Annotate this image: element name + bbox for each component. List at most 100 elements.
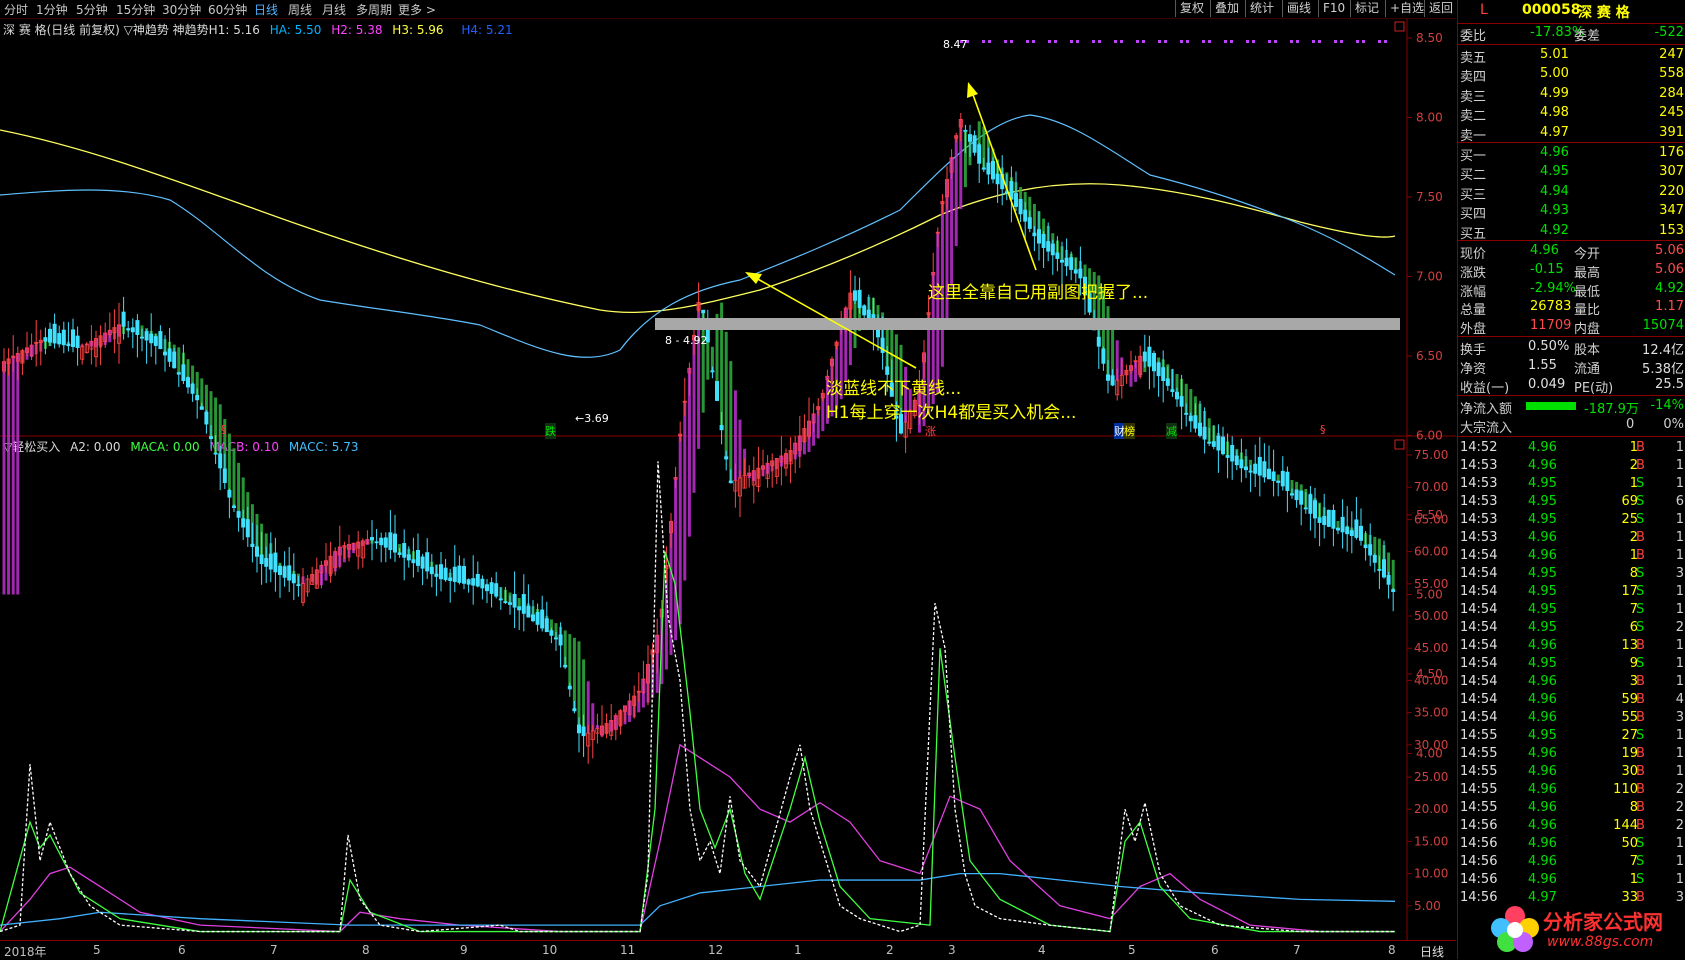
tick-row: 14:54 4.95 9 S 1 <box>1460 656 1684 671</box>
kline-chart-area[interactable]: 8.508.007.507.006.506.005.505.004.504.00… <box>0 0 1456 940</box>
watermark-name: 分析家公式网 <box>1543 910 1663 934</box>
bid-row: 买五 4.92 153 <box>1460 222 1684 242</box>
month-label: 4 <box>1038 943 1046 957</box>
sub-axis-label: 30.00 <box>1414 738 1448 752</box>
ask-row: 卖二 4.98 245 <box>1460 105 1684 125</box>
block-flow-row: 大宗流入 0 0% <box>1460 417 1684 436</box>
stat-row: 外盘 11709 内盘 15074 <box>1460 318 1684 338</box>
sub-axis-label: 20.00 <box>1414 802 1448 816</box>
ask-row: 卖三 4.99 284 <box>1460 85 1684 105</box>
month-label: 5 <box>93 943 101 957</box>
month-label: 6 <box>178 943 186 957</box>
tick-row: 14:53 4.96 2 B 1 <box>1460 458 1684 473</box>
bid-row: 买二 4.95 307 <box>1460 164 1684 184</box>
mark-price-label: 8 - 4.92 <box>665 334 708 347</box>
price-axis-label: 7.50 <box>1416 190 1443 204</box>
month-label: 7 <box>270 943 278 957</box>
month-label: 8 <box>1388 943 1396 957</box>
tick-row: 14:56 4.96 1 S 1 <box>1460 872 1684 887</box>
bid-row: 买三 4.94 220 <box>1460 183 1684 203</box>
sub-axis-label: 25.00 <box>1414 770 1448 784</box>
watermark-logo: 分析家公式网 www.88gs.com <box>1485 900 1685 959</box>
signal-dots <box>960 40 1387 43</box>
tick-row: 14:56 4.96 7 S 1 <box>1460 854 1684 869</box>
sub-axis-label: 55.00 <box>1414 577 1448 591</box>
signal-mark-rank: 榜 <box>1124 423 1135 439</box>
annotation-left-1: 淡蓝线不下黄线... <box>826 379 962 399</box>
high-price-label: 8.47 <box>943 38 968 51</box>
sub-axis-label: 35.00 <box>1414 706 1448 720</box>
stock-header: L 000058 深 赛 格 <box>1458 0 1685 22</box>
sub-axis-label: 70.00 <box>1414 480 1448 494</box>
tick-row: 14:53 4.95 1 S 1 <box>1460 476 1684 491</box>
annotation-left-2: H1每上穿一次H4都是买入机会... <box>826 403 1077 423</box>
month-label: 1 <box>794 943 802 957</box>
month-label: 3 <box>948 943 956 957</box>
trend-band <box>2 119 1395 737</box>
tick-row: 14:54 4.95 7 S 1 <box>1460 602 1684 617</box>
weibi-row: 委比 -17.83% 委差 -522 <box>1460 25 1684 44</box>
month-label: 7 <box>1293 943 1301 957</box>
flower-icon <box>1491 906 1539 952</box>
stat-row: 现价 4.96 今开 5.06 <box>1460 243 1684 262</box>
tick-row: 14:54 4.95 17 S 1 <box>1460 584 1684 599</box>
tick-row: 14:54 4.96 13 B 1 <box>1460 638 1684 653</box>
support-bar <box>655 318 1400 330</box>
sub-axis-label: 10.00 <box>1414 867 1448 881</box>
sub-axis-label: 65.00 <box>1414 512 1448 526</box>
sub-indicator-chart <box>0 461 1396 933</box>
tick-row: 14:55 4.96 30 B 1 <box>1460 764 1684 779</box>
signal-mark-2: § <box>1320 423 1326 436</box>
price-axis-label: 8.50 <box>1416 31 1443 45</box>
month-label: 12 <box>708 943 724 957</box>
date-axis: 2018年 5 6 7 8 9 10 11 12 1 2 3 4 5 6 7 8… <box>0 940 1456 960</box>
tick-row: 14:56 4.96 144 B 2 <box>1460 818 1684 833</box>
tick-row: 14:53 4.95 25 S 1 <box>1460 512 1684 527</box>
tick-row: 14:54 4.96 3 B 1 <box>1460 674 1684 689</box>
month-label: 2018年 <box>4 945 47 959</box>
tick-row: 14:55 4.96 19 B 1 <box>1460 746 1684 761</box>
sub-axis-label: 45.00 <box>1414 641 1448 655</box>
stat-row: 收益(一) 0.049 PE(动) 25.5 <box>1460 377 1684 396</box>
sub-axis-label: 15.00 <box>1414 834 1448 848</box>
sub-axis-label: 50.00 <box>1414 609 1448 623</box>
bid-row: 买一 4.96 176 <box>1460 145 1684 164</box>
net-flow-row: 净流入额 -187.9万 -14% <box>1460 398 1684 417</box>
tick-row: 14:52 4.96 1 B 1 <box>1460 440 1684 455</box>
low-price-label: ←3.69 <box>575 412 609 425</box>
tick-row: 14:53 4.96 2 B 1 <box>1460 530 1684 545</box>
sub-axis-label: 60.00 <box>1414 545 1448 559</box>
signal-mark-1: § <box>221 423 227 436</box>
ask-row: 卖四 5.00 558 <box>1460 66 1684 86</box>
ask-row: 卖一 4.97 391 <box>1460 124 1684 144</box>
ask-row: 卖五 5.01 247 <box>1460 47 1684 66</box>
month-label: 8 <box>362 943 370 957</box>
watermark-url: www.88gs.com <box>1547 934 1654 950</box>
stat-row: 换手 0.50% 股本 12.4亿 <box>1460 339 1684 358</box>
tick-row: 14:53 4.95 69 S 6 <box>1460 494 1684 509</box>
signal-mark-fall: 跌 <box>545 423 556 439</box>
quote-panel: L 000058 深 赛 格 委比 -17.83% 委差 -522 卖五 5.01… <box>1457 0 1685 959</box>
tick-row: 14:54 4.96 1 B 1 <box>1460 548 1684 563</box>
annotation-right: 这里全靠自己用副图把握了... <box>928 283 1149 303</box>
sub-axis-label: 40.00 <box>1414 673 1448 687</box>
stat-row: 涨幅 -2.94% 最低 4.92 <box>1460 280 1684 300</box>
tick-row: 14:55 4.96 8 B 2 <box>1460 800 1684 815</box>
price-axis-label: 6.50 <box>1416 349 1443 363</box>
bid-row: 买四 4.93 347 <box>1460 203 1684 223</box>
stock-code: 000058 <box>1522 2 1581 18</box>
h3-yellow-line <box>0 129 1396 314</box>
stat-row: 净资 1.55 流通 5.38亿 <box>1460 358 1684 377</box>
month-label: 10 <box>542 943 558 957</box>
tick-row: 14:54 4.96 55 B 3 <box>1460 710 1684 725</box>
month-label: 6 <box>1211 943 1219 957</box>
month-label: 2 <box>886 943 894 957</box>
price-axis-label: 6.00 <box>1416 429 1443 443</box>
tick-row: 14:56 4.96 50 S 1 <box>1460 836 1684 851</box>
period-indicator: 日线 <box>1420 945 1445 959</box>
stock-flag: L <box>1480 2 1488 18</box>
sub-axis: 75.00 70.00 65.00 60.00 55.00 50.00 45.00 40.00… <box>1407 448 1448 913</box>
stock-name: 深 赛 格 <box>1578 5 1630 21</box>
signal-mark-rise: 涨 <box>925 425 936 438</box>
tick-row: 14:55 4.96 110 B 2 <box>1460 782 1684 797</box>
